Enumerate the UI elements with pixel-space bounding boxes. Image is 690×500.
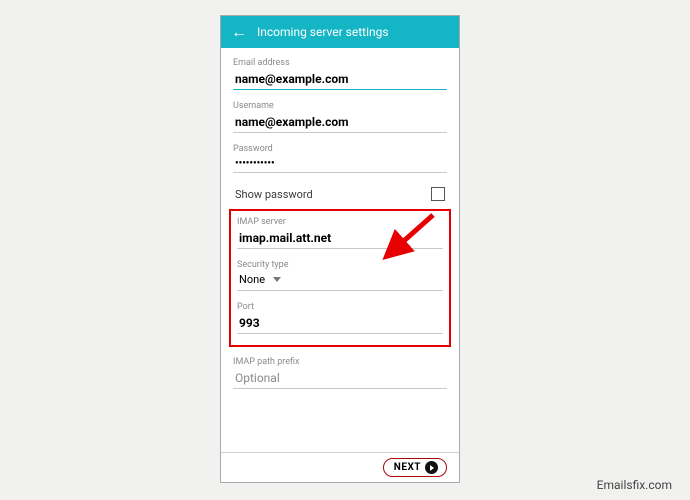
bottom-bar: NEXT bbox=[221, 452, 459, 482]
next-label: NEXT bbox=[394, 462, 421, 473]
app-bar: ← Incoming server settings bbox=[221, 16, 459, 48]
port-label: Port bbox=[237, 302, 443, 312]
next-button[interactable]: NEXT bbox=[383, 458, 447, 477]
page-title: Incoming server settings bbox=[257, 25, 389, 39]
chevron-down-icon bbox=[273, 277, 281, 282]
email-label: Email address bbox=[233, 58, 447, 68]
imap-prefix-label: IMAP path prefix bbox=[233, 357, 447, 367]
imap-prefix-field[interactable]: Optional bbox=[233, 370, 447, 389]
email-field[interactable]: name@example.com bbox=[233, 71, 447, 90]
show-password-row: Show password bbox=[233, 184, 447, 209]
imap-server-field[interactable]: imap.mail.att.net bbox=[237, 230, 443, 249]
password-field[interactable]: ••••••••••• bbox=[233, 157, 447, 173]
next-arrow-icon bbox=[425, 461, 438, 474]
security-select[interactable]: None bbox=[237, 273, 443, 291]
security-label: Security type bbox=[237, 260, 443, 270]
username-label: Username bbox=[233, 101, 447, 111]
show-password-label: Show password bbox=[235, 188, 313, 201]
username-field[interactable]: name@example.com bbox=[233, 114, 447, 133]
password-label: Password bbox=[233, 144, 447, 154]
content-area: Email address name@example.com Username … bbox=[221, 48, 459, 389]
show-password-checkbox[interactable] bbox=[431, 187, 445, 201]
port-field[interactable]: 993 bbox=[237, 315, 443, 334]
highlight-box: IMAP server imap.mail.att.net Security t… bbox=[229, 209, 451, 347]
phone-frame: ← Incoming server settings Email address… bbox=[220, 15, 460, 483]
back-icon[interactable]: ← bbox=[231, 22, 247, 42]
imap-server-label: IMAP server bbox=[237, 217, 443, 227]
security-value: None bbox=[239, 273, 265, 286]
watermark: Emailsfix.com bbox=[597, 478, 672, 492]
